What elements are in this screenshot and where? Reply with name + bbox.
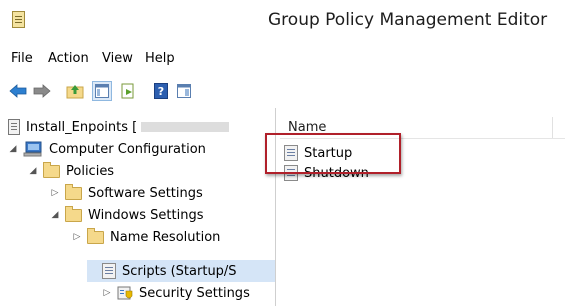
script-icon	[102, 263, 116, 279]
expand-arrow-icon[interactable]: ▷	[102, 288, 112, 298]
list-item-startup[interactable]: Startup	[284, 143, 352, 163]
tree-item-label: Policies	[66, 163, 115, 179]
show-tree-icon[interactable]	[92, 81, 112, 101]
redacted-name	[141, 122, 230, 132]
menu-bar: File Action View Help	[0, 44, 565, 72]
list-item-label: Startup	[304, 145, 353, 161]
security-icon	[117, 286, 133, 300]
column-divider[interactable]	[552, 117, 553, 138]
folder-icon	[87, 227, 104, 244]
window-title: Group Policy Management Editor	[268, 10, 548, 30]
tree-item-gpo-root[interactable]: Install_Enpoints [	[8, 116, 230, 138]
tree-item-label: Software Settings	[88, 185, 203, 201]
gpo-icon	[8, 119, 20, 135]
column-header-name[interactable]: Name	[288, 120, 326, 135]
folder-icon	[65, 205, 82, 222]
tree-item-scripts[interactable]: Scripts (Startup/S	[87, 260, 275, 282]
tree-item-label: Scripts (Startup/S	[122, 263, 237, 279]
up-folder-icon[interactable]	[65, 81, 85, 101]
forward-arrow-icon[interactable]	[32, 81, 52, 101]
tree-item-label: Computer Configuration	[49, 141, 206, 157]
tree-item-label: Windows Settings	[88, 207, 204, 223]
result-pane: Name Startup Shutdown	[276, 108, 565, 306]
title-bar: Group Policy Management Editor	[0, 0, 565, 44]
toolbar: ?	[0, 72, 565, 109]
menu-help[interactable]: Help	[145, 51, 175, 66]
expand-arrow-icon[interactable]: ▷	[72, 232, 82, 242]
tree-item-policies[interactable]: ◢ Policies	[28, 160, 114, 182]
script-icon	[284, 165, 298, 181]
app-icon[interactable]	[12, 11, 25, 28]
back-arrow-icon[interactable]	[8, 81, 28, 101]
script-icon	[284, 145, 298, 161]
tree-item-windows-settings[interactable]: ◢ Windows Settings	[50, 204, 203, 226]
list-item-shutdown[interactable]: Shutdown	[284, 163, 369, 183]
properties-pane-icon[interactable]	[174, 81, 194, 101]
tree-item-label: Security Settings	[139, 285, 250, 301]
tree-item-name-resolution[interactable]: ▷ Name Resolution	[72, 226, 220, 248]
list-header: Name	[280, 117, 565, 139]
list-item-label: Shutdown	[304, 165, 369, 181]
folder-icon	[65, 183, 82, 200]
collapse-arrow-icon[interactable]: ◢	[8, 144, 18, 154]
menu-action[interactable]: Action	[48, 51, 89, 66]
menu-file[interactable]: File	[11, 51, 33, 66]
console-tree: Install_Enpoints [ ◢ Computer Configurat…	[0, 108, 276, 306]
tree-item-computer-configuration[interactable]: ◢ Computer Configuration	[8, 138, 206, 160]
expand-arrow-icon[interactable]: ▷	[50, 188, 60, 198]
tree-item-label: Name Resolution	[110, 229, 221, 245]
tree-item-security-settings[interactable]: ▷ Security Settings	[102, 282, 250, 304]
tree-item-software-settings[interactable]: ▷ Software Settings	[50, 182, 203, 204]
computer-icon	[23, 141, 42, 157]
svg-text:?: ?	[158, 85, 164, 98]
export-list-icon[interactable]	[118, 81, 138, 101]
menu-view[interactable]: View	[102, 51, 133, 66]
collapse-arrow-icon[interactable]: ◢	[50, 210, 60, 220]
folder-icon	[43, 161, 60, 178]
tree-item-label: Install_Enpoints [	[26, 119, 138, 135]
collapse-arrow-icon[interactable]: ◢	[28, 166, 38, 176]
help-icon[interactable]: ?	[151, 81, 171, 101]
